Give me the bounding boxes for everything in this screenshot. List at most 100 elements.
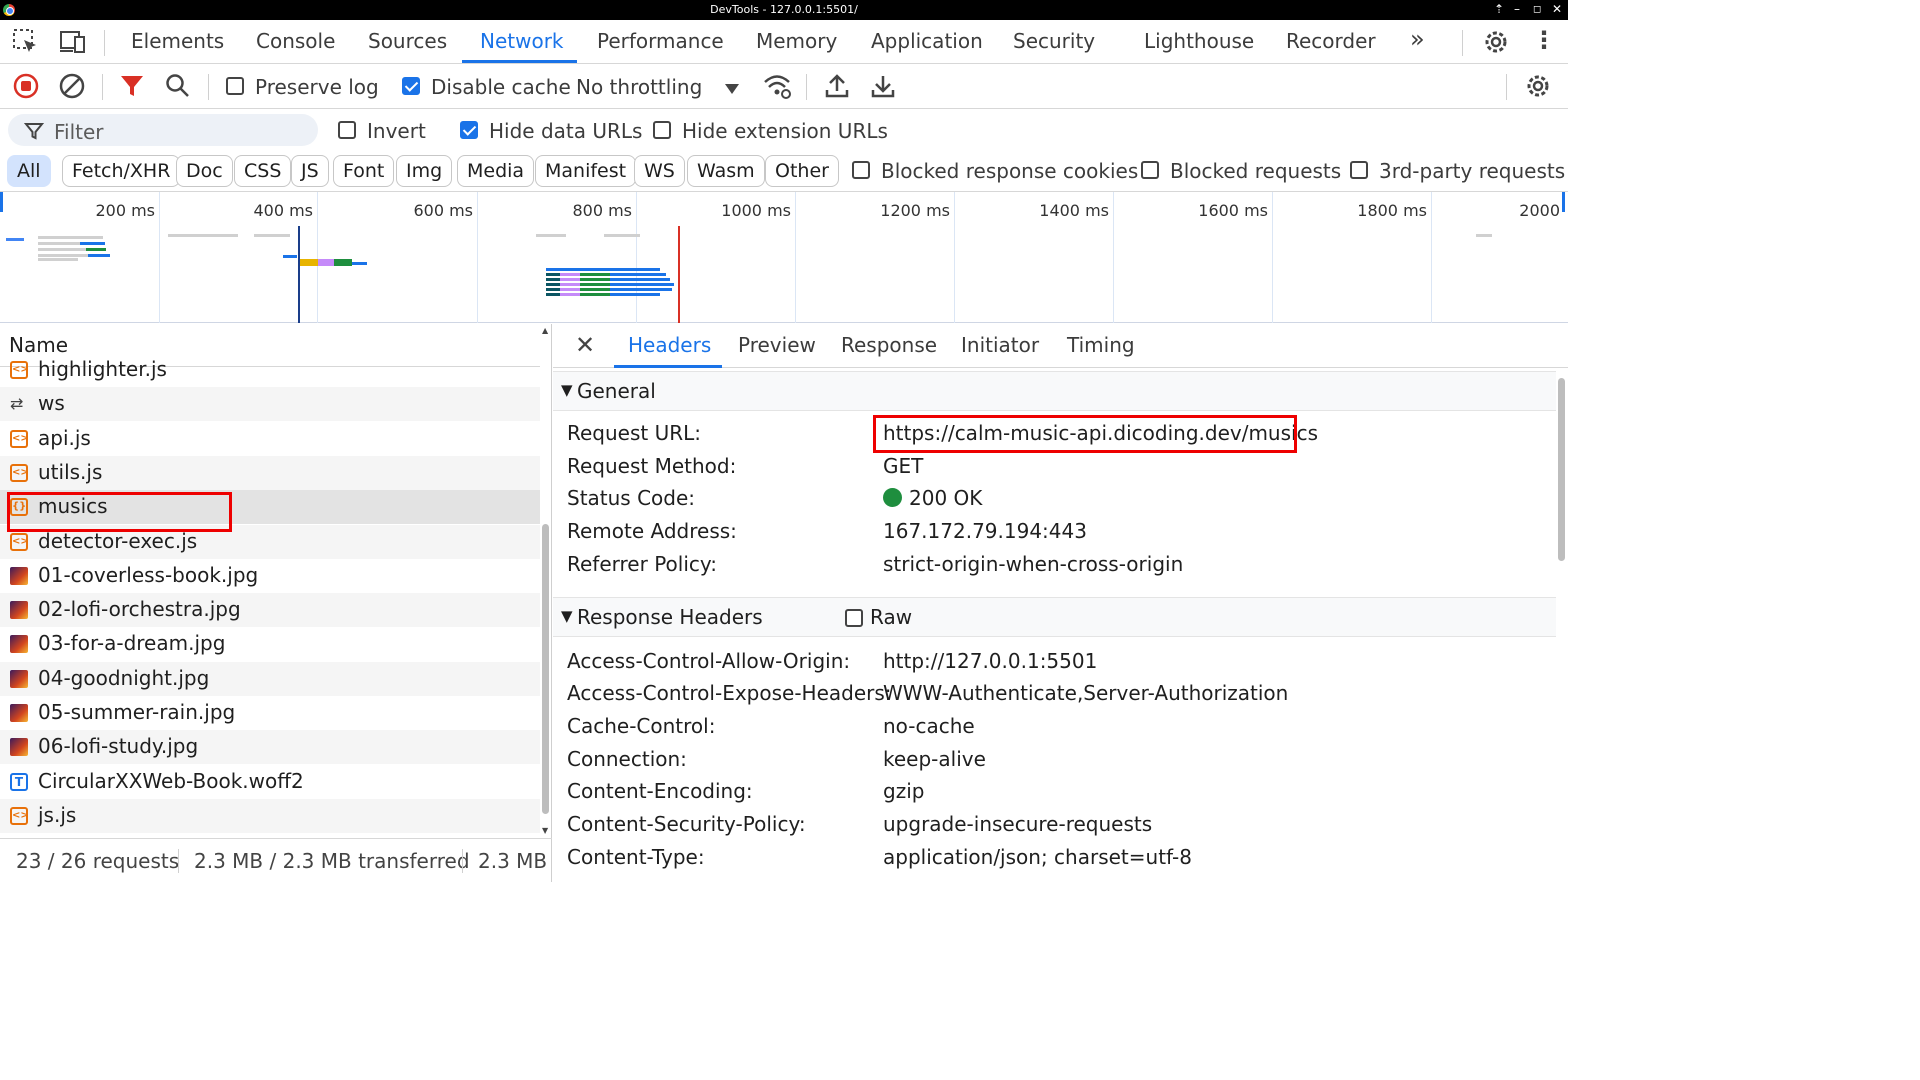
preserve-log-checkbox[interactable] [226, 77, 244, 95]
type-filter-all[interactable]: All [7, 155, 51, 187]
request-name: 05-summer-rain.jpg [38, 700, 236, 724]
tab-initiator[interactable]: Initiator [961, 333, 1039, 357]
grid-line [317, 192, 318, 323]
waterfall-bar [80, 242, 105, 245]
request-row[interactable]: ⇄ ws [0, 387, 540, 422]
throttling-dropdown-arrow-icon[interactable] [724, 80, 740, 99]
type-filter-css[interactable]: CSS [234, 155, 292, 187]
request-row[interactable]: T CircularXXWeb-Book.woff2 [0, 765, 540, 799]
inspect-element-icon[interactable] [12, 28, 40, 60]
waterfall-bar [38, 236, 103, 239]
settings-gear-icon[interactable] [1482, 28, 1510, 60]
overview-right-handle[interactable] [1561, 192, 1565, 212]
waterfall-bar [580, 273, 610, 276]
filter-input[interactable]: Filter [8, 114, 318, 146]
disable-cache-checkbox[interactable] [402, 77, 420, 95]
scroll-down-arrow-icon[interactable]: ▼ [542, 826, 548, 835]
window-close-button[interactable]: ✕ [1552, 2, 1562, 16]
tab-network[interactable]: Network [480, 29, 564, 53]
tab-headers[interactable]: Headers [628, 333, 711, 357]
tab-response[interactable]: Response [841, 333, 937, 357]
tab-lighthouse[interactable]: Lighthouse [1144, 29, 1254, 53]
request-name: utils.js [38, 459, 103, 484]
type-filter-img[interactable]: Img [396, 155, 453, 187]
request-row[interactable]: 03-for-a-dream.jpg [0, 627, 540, 661]
tab-elements[interactable]: Elements [131, 29, 224, 53]
type-filter-fetch-xhr[interactable]: Fetch/XHR [62, 155, 181, 187]
type-filter-media[interactable]: Media [457, 155, 535, 187]
request-row[interactable]: 06-lofi-study.jpg [0, 730, 540, 765]
request-row[interactable]: <> utils.js [0, 455, 540, 490]
tab-sources[interactable]: Sources [368, 29, 447, 53]
grid-line [1272, 192, 1273, 323]
blocked-requests-checkbox[interactable] [1141, 161, 1159, 179]
script-file-icon: <> [10, 463, 29, 482]
request-row[interactable]: <> js.js [0, 798, 540, 833]
more-tabs-icon[interactable]: » [1410, 25, 1425, 53]
tab-preview[interactable]: Preview [738, 333, 816, 357]
tab-memory[interactable]: Memory [756, 29, 837, 53]
close-details-icon[interactable]: ✕ [575, 331, 595, 359]
type-filter-js[interactable]: JS [291, 155, 329, 187]
tab-console[interactable]: Console [256, 29, 335, 53]
type-filter-other[interactable]: Other [765, 155, 839, 187]
waterfall-bar [88, 254, 110, 257]
waterfall-bar [546, 288, 560, 291]
waterfall-bar [546, 268, 660, 271]
window-minimize-button[interactable]: – [1514, 2, 1520, 16]
type-filter-font[interactable]: Font [333, 155, 395, 187]
tab-recorder[interactable]: Recorder [1286, 29, 1376, 53]
request-row[interactable]: 05-summer-rain.jpg [0, 696, 540, 730]
search-icon[interactable] [165, 73, 191, 103]
type-filter-manifest[interactable]: Manifest [535, 155, 637, 187]
request-row[interactable]: 01-coverless-book.jpg [0, 559, 540, 593]
tab-timing[interactable]: Timing [1067, 333, 1135, 357]
export-har-icon[interactable] [871, 73, 895, 103]
more-options-icon[interactable]: ⋮ [1532, 26, 1556, 54]
waterfall-bar [610, 278, 670, 281]
header-value: gzip [883, 779, 925, 803]
header-key: Access-Control-Expose-Headers: [567, 681, 892, 705]
network-conditions-icon[interactable] [762, 72, 792, 104]
device-toolbar-icon[interactable] [58, 28, 88, 60]
tab-application[interactable]: Application [871, 29, 983, 53]
clear-icon[interactable] [59, 73, 85, 103]
header-key: Content-Security-Policy: [567, 812, 806, 836]
hide-data-urls-checkbox[interactable] [460, 121, 478, 139]
network-overview-timeline[interactable]: 200 ms 400 ms 600 ms 800 ms 1000 ms 1200… [0, 192, 1568, 323]
scrollbar-thumb[interactable] [1558, 378, 1565, 561]
tick-label: 2000 [1519, 201, 1560, 220]
request-row[interactable]: <> api.js [0, 422, 540, 456]
blocked-response-cookies-checkbox[interactable] [852, 161, 870, 179]
raw-headers-checkbox[interactable] [845, 609, 863, 627]
import-har-icon[interactable] [825, 73, 849, 103]
scrollbar-thumb[interactable] [542, 524, 549, 814]
filter-funnel-icon[interactable] [120, 74, 144, 102]
general-section-header[interactable]: ▼ General [553, 371, 1556, 411]
remote-address-value: 167.172.79.194:443 [883, 519, 1087, 543]
network-settings-gear-icon[interactable] [1524, 72, 1552, 104]
response-headers-section-header[interactable]: ▼ Response Headers Raw [553, 597, 1556, 637]
image-file-icon [10, 635, 28, 654]
request-row[interactable]: 04-goodnight.jpg [0, 661, 540, 696]
window-up-icon[interactable]: ⇡ [1494, 2, 1504, 16]
type-filter-wasm[interactable]: Wasm [687, 155, 765, 187]
detail-scrollbar[interactable] [1556, 368, 1568, 882]
scroll-up-arrow-icon[interactable]: ▲ [542, 326, 548, 335]
type-filter-ws[interactable]: WS [634, 155, 685, 187]
tab-security[interactable]: Security [1013, 29, 1095, 53]
hide-extension-urls-checkbox[interactable] [653, 121, 671, 139]
waterfall-bar [254, 234, 290, 237]
third-party-requests-checkbox[interactable] [1350, 161, 1368, 179]
type-filter-doc[interactable]: Doc [176, 155, 233, 187]
request-row[interactable]: 02-lofi-orchestra.jpg [0, 593, 540, 628]
invert-checkbox[interactable] [338, 121, 356, 139]
window-maximize-button[interactable]: ◻ [1533, 4, 1541, 15]
throttling-select[interactable]: No throttling [576, 75, 702, 99]
waterfall-bar [580, 288, 610, 291]
overview-left-handle[interactable] [0, 192, 4, 212]
request-row[interactable]: <> highlighter.js [0, 353, 540, 387]
tab-performance[interactable]: Performance [597, 29, 724, 53]
request-list-scrollbar[interactable]: ▲ ▼ [541, 324, 551, 838]
record-stop-icon[interactable] [13, 73, 39, 103]
